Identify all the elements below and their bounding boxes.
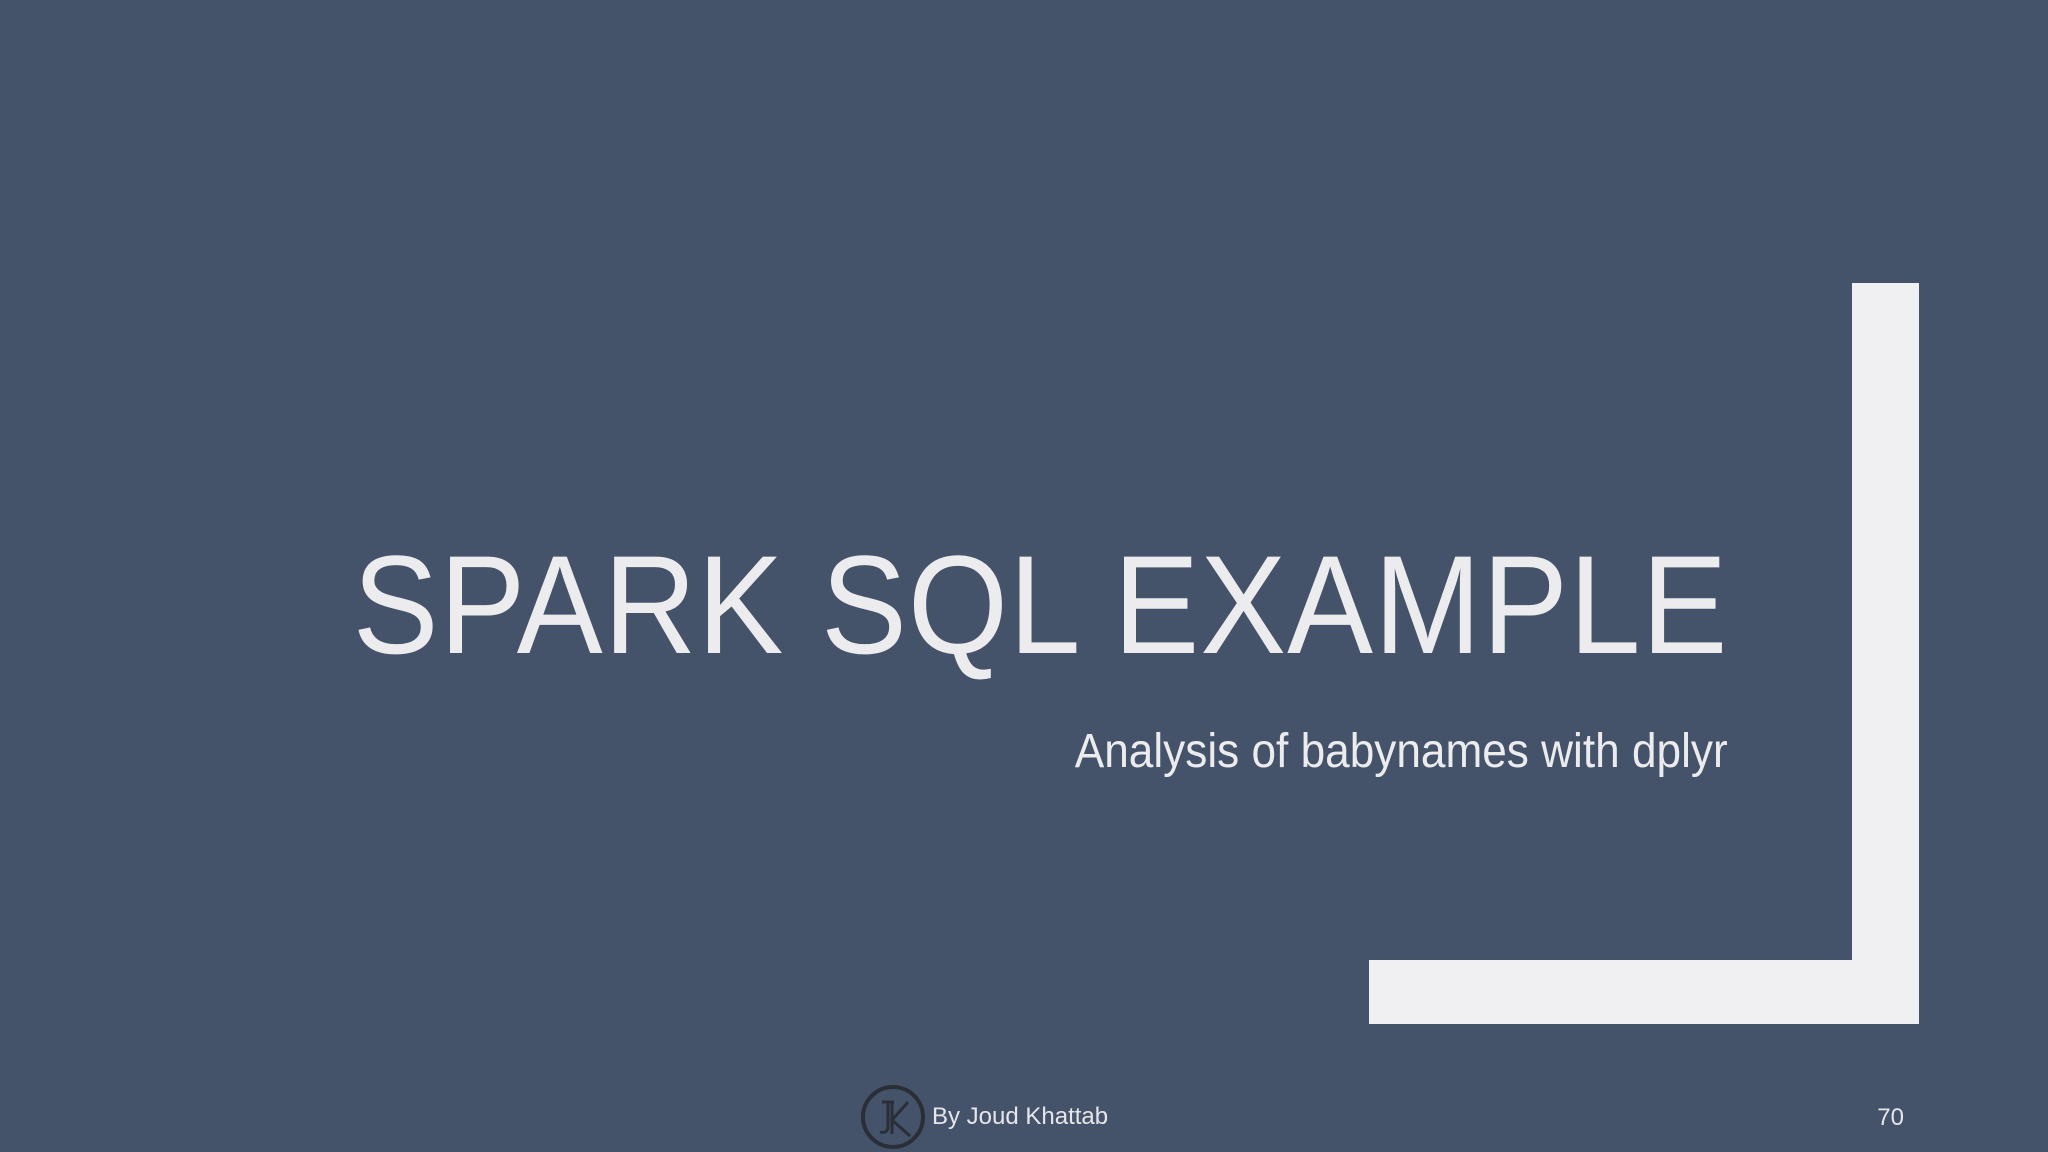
- jk-monogram-logo-icon: [861, 1085, 925, 1149]
- corner-bracket-horizontal-bar: [1369, 960, 1919, 1024]
- footer: By Joud Khattab: [860, 1082, 1108, 1152]
- slide-title: SPARK SQL EXAMPLE: [352, 526, 1728, 683]
- footer-author: By Joud Khattab: [932, 1103, 1109, 1130]
- slide: SPARK SQL EXAMPLE Analysis of babynames …: [0, 0, 2048, 1152]
- corner-bracket-vertical-bar: [1852, 283, 1919, 1024]
- slide-subtitle: Analysis of babynames with dplyr: [1075, 725, 1728, 778]
- page-number: 70: [1877, 1104, 1904, 1131]
